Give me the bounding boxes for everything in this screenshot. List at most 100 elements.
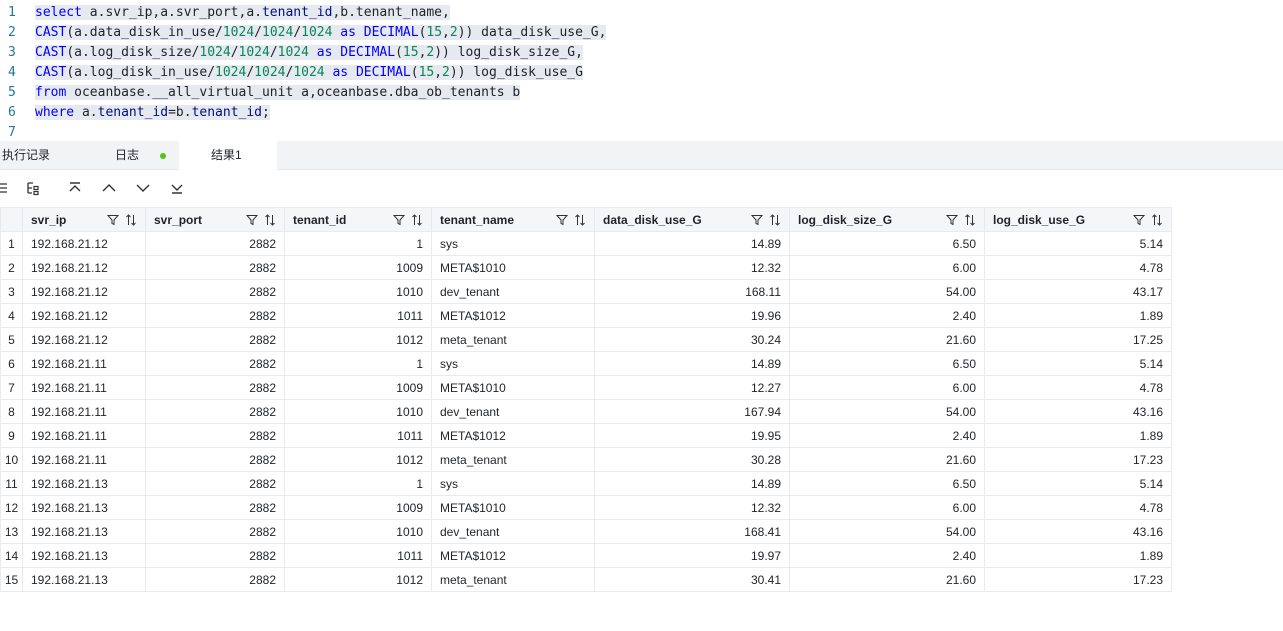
table-row[interactable]: 2 192.168.21.12 2882 1009 META$1010 12.32 6.00… [0,255,1172,280]
table-cell[interactable]: 30.24 [594,327,790,352]
table-cell[interactable]: 5.14 [984,471,1172,496]
table-cell[interactable]: 6.00 [789,375,985,400]
table-cell[interactable]: 192.168.21.13 [22,543,146,568]
table-cell[interactable]: 2882 [145,471,285,496]
table-cell[interactable]: 1010 [284,399,432,424]
code-line[interactable]: 3 CAST(a.log_disk_size/1024/1024/1024 as… [0,43,1283,63]
table-cell[interactable]: 1.89 [984,423,1172,448]
table-cell[interactable]: 2882 [145,231,285,256]
table-cell[interactable]: 192.168.21.12 [22,231,146,256]
table-cell[interactable]: 1009 [284,375,432,400]
table-cell[interactable]: 2882 [145,351,285,376]
table-cell[interactable]: 6.00 [789,495,985,520]
table-cell[interactable]: 6.00 [789,255,985,280]
table-cell[interactable]: 1.89 [984,543,1172,568]
move-down-icon[interactable] [134,179,152,197]
table-cell[interactable]: 14.89 [594,471,790,496]
table-cell[interactable]: 2.40 [789,423,985,448]
table-cell[interactable]: 12.27 [594,375,790,400]
table-cell[interactable]: 21.60 [789,447,985,472]
table-cell[interactable]: 54.00 [789,399,985,424]
column-header[interactable]: svr_port [145,207,285,232]
column-header[interactable]: svr_ip [22,207,146,232]
table-cell[interactable]: 2882 [145,567,285,592]
table-cell[interactable]: META$1010 [431,495,595,520]
table-cell[interactable]: 17.23 [984,567,1172,592]
table-cell[interactable]: dev_tenant [431,399,595,424]
table-cell[interactable]: 1 [284,351,432,376]
table-cell[interactable]: META$1010 [431,255,595,280]
table-cell[interactable]: META$1012 [431,423,595,448]
code-text[interactable]: CAST(a.log_disk_in_use/1024/1024/1024 as… [35,63,583,83]
table-cell[interactable]: 12.32 [594,255,790,280]
table-cell[interactable]: 192.168.21.11 [22,447,146,472]
table-cell[interactable]: 2882 [145,423,285,448]
table-cell[interactable]: 14.89 [594,231,790,256]
table-cell[interactable]: 1012 [284,567,432,592]
filter-icon[interactable] [393,214,405,226]
code-text[interactable]: CAST(a.data_disk_in_use/1024/1024/1024 a… [35,23,607,43]
table-cell[interactable]: sys [431,351,595,376]
table-cell[interactable]: 192.168.21.12 [22,303,146,328]
table-cell[interactable]: 19.95 [594,423,790,448]
table-cell[interactable]: 6.50 [789,471,985,496]
table-cell[interactable]: 1012 [284,447,432,472]
filter-icon[interactable] [751,214,763,226]
table-cell[interactable]: 19.97 [594,543,790,568]
table-cell[interactable]: 54.00 [789,519,985,544]
table-cell[interactable]: dev_tenant [431,519,595,544]
table-cell[interactable]: 2882 [145,279,285,304]
table-cell[interactable]: 168.41 [594,519,790,544]
jump-last-icon[interactable] [168,179,186,197]
table-cell[interactable]: 192.168.21.13 [22,519,146,544]
table-cell[interactable]: 2.40 [789,543,985,568]
code-text[interactable]: CAST(a.log_disk_size/1024/1024/1024 as D… [35,43,583,63]
table-row[interactable]: 11 192.168.21.13 2882 1 sys 14.89 6.50 5.14 [0,471,1172,496]
jump-first-icon[interactable] [66,179,84,197]
code-text[interactable]: from oceanbase.__all_virtual_unit a,ocea… [35,83,521,103]
table-row[interactable]: 9 192.168.21.11 2882 1011 META$1012 19.95 2.40… [0,423,1172,448]
table-cell[interactable]: 192.168.21.11 [22,375,146,400]
table-cell[interactable]: 43.16 [984,399,1172,424]
table-row[interactable]: 10 192.168.21.11 2882 1012 meta_tenant 30.28 2… [0,447,1172,472]
table-cell[interactable]: 6.50 [789,231,985,256]
table-row[interactable]: 5 192.168.21.12 2882 1012 meta_tenant 30.24 21… [0,327,1172,352]
table-cell[interactable]: 43.16 [984,519,1172,544]
filter-icon[interactable] [246,214,258,226]
table-cell[interactable]: 21.60 [789,327,985,352]
tab-log[interactable]: 日志 [97,141,179,170]
table-cell[interactable]: 6.50 [789,351,985,376]
table-row[interactable]: 13 192.168.21.13 2882 1010 dev_tenant 168.41 5… [0,519,1172,544]
table-cell[interactable]: 4.78 [984,375,1172,400]
table-row[interactable]: 8 192.168.21.11 2882 1010 dev_tenant 167.94 54… [0,399,1172,424]
table-row[interactable]: 7 192.168.21.11 2882 1009 META$1010 12.27 6.00… [0,375,1172,400]
table-cell[interactable]: 1 [284,471,432,496]
table-cell[interactable]: 192.168.21.13 [22,567,146,592]
column-settings-icon[interactable] [0,179,10,197]
sort-icon[interactable] [769,213,781,226]
sort-icon[interactable] [574,213,586,226]
column-header[interactable]: data_disk_use_G [594,207,790,232]
table-cell[interactable]: sys [431,231,595,256]
code-line[interactable]: 7 [0,123,1283,143]
table-row[interactable]: 6 192.168.21.11 2882 1 sys 14.89 6.50 5.14 [0,351,1172,376]
table-cell[interactable]: sys [431,471,595,496]
table-cell[interactable]: 30.41 [594,567,790,592]
table-cell[interactable]: 192.168.21.12 [22,327,146,352]
table-row[interactable]: 14 192.168.21.13 2882 1011 META$1012 19.97 2.4… [0,543,1172,568]
table-cell[interactable]: 168.11 [594,279,790,304]
table-cell[interactable]: 2882 [145,327,285,352]
sort-icon[interactable] [411,213,423,226]
sort-icon[interactable] [964,213,976,226]
move-up-icon[interactable] [100,179,118,197]
table-cell[interactable]: 1011 [284,423,432,448]
code-text[interactable]: where a.tenant_id=b.tenant_id; [35,103,270,123]
table-cell[interactable]: 14.89 [594,351,790,376]
table-row[interactable]: 1 192.168.21.12 2882 1 sys 14.89 6.50 5.14 [0,231,1172,256]
table-cell[interactable]: 2882 [145,399,285,424]
table-cell[interactable]: 2882 [145,543,285,568]
table-cell[interactable]: 4.78 [984,495,1172,520]
table-cell[interactable]: 192.168.21.13 [22,495,146,520]
column-header[interactable]: log_disk_use_G [984,207,1172,232]
table-cell[interactable]: 5.14 [984,351,1172,376]
